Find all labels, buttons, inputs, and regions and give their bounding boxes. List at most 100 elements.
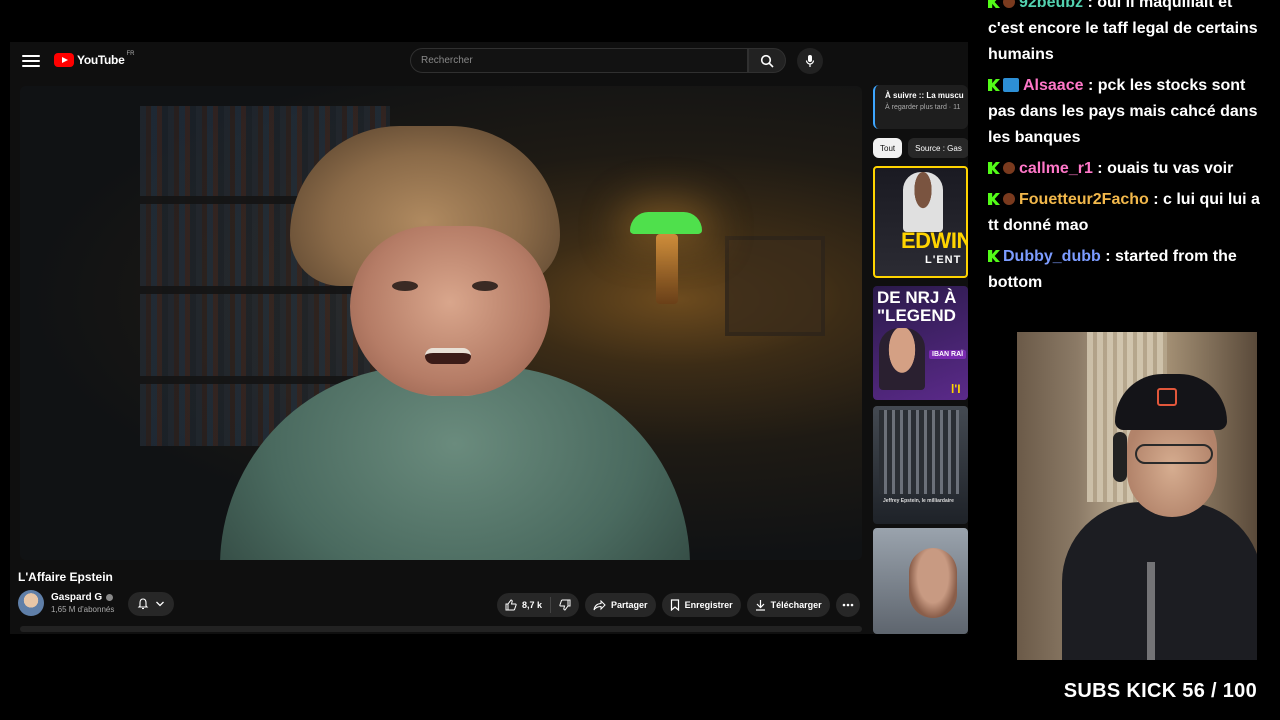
thumbnail-text: L'ENT — [925, 254, 962, 266]
search-box — [410, 48, 748, 73]
chat-username[interactable]: Fouetteur2Facho — [1019, 191, 1149, 208]
share-button[interactable]: Partager — [585, 593, 656, 617]
logo-text: YouTube — [77, 53, 125, 67]
download-icon — [755, 600, 765, 611]
streamer-webcam — [1017, 332, 1257, 660]
video-person-face — [350, 226, 550, 396]
webcam-shirt-stripe — [1147, 562, 1155, 660]
channel-info: Gaspard G 1,65 M d'abonnés — [51, 592, 114, 614]
like-button[interactable]: 8,7 k — [497, 593, 550, 617]
description-box[interactable] — [20, 626, 862, 632]
bookmark-icon — [670, 599, 679, 611]
chat-username[interactable]: Dubby_dubb — [1003, 248, 1101, 265]
channel-name[interactable]: Gaspard G — [51, 592, 102, 603]
recommended-thumbnail-4[interactable] — [873, 528, 968, 634]
kick-badge-icon — [988, 193, 1000, 205]
search-input[interactable] — [411, 49, 747, 72]
search-icon — [760, 54, 774, 68]
kick-badge-icon — [988, 79, 1000, 91]
channel-name-row: Gaspard G — [51, 592, 114, 603]
chat-text: : ouais tu vas voir — [1092, 160, 1234, 177]
more-horizontal-icon — [842, 603, 853, 607]
download-button[interactable]: Télécharger — [746, 593, 830, 617]
thumbnail-person — [879, 328, 925, 390]
share-icon — [593, 599, 606, 610]
kick-badge-icon — [988, 0, 1000, 8]
thumbnail-text: EDWIN — [901, 228, 968, 253]
channel-owner: Gaspard G 1,65 M d'abonnés — [18, 590, 114, 616]
subscriber-badge-icon — [1003, 0, 1015, 8]
video-player[interactable] — [20, 86, 862, 560]
chat-message: Fouetteur2Facho : c lui qui lui a tt don… — [988, 187, 1268, 239]
recommended-thumbnail-2[interactable]: DE NRJ À "LEGEND IBAN RAÏ l'I — [873, 286, 968, 400]
subscriber-count: 1,65 M d'abonnés — [51, 605, 115, 614]
subscriber-badge-icon — [1003, 162, 1015, 174]
thumbs-down-icon — [559, 599, 571, 611]
masthead: YouTube FR — [10, 42, 968, 80]
filter-chips: Tout Source : Gas — [873, 138, 968, 158]
chat-message: Dubby_dubb : started from the bottom — [988, 244, 1268, 296]
voice-search-button[interactable] — [797, 48, 823, 74]
bell-icon — [137, 598, 149, 610]
subscriber-badge-icon — [1003, 193, 1015, 205]
share-label: Partager — [611, 600, 648, 610]
like-dislike-group: 8,7 k — [497, 593, 580, 617]
microphone-icon — [805, 55, 815, 67]
stream-chat: 92beubz : oui il maquillait et c'est enc… — [988, 0, 1268, 310]
thumbnail-text: DE NRJ À — [877, 288, 957, 307]
video-title: L'Affaire Epstein — [18, 570, 113, 584]
headphones-icon — [1113, 432, 1127, 482]
trending-badge-icon — [1003, 78, 1019, 92]
youtube-logo[interactable]: YouTube FR — [54, 51, 135, 67]
thumbnail-text: Jeffrey Epstein, le milliardaire — [883, 498, 954, 504]
kick-badge-icon — [988, 250, 1000, 262]
video-person-mouth — [425, 348, 471, 364]
video-lamp-base — [656, 234, 678, 304]
search-button[interactable] — [748, 48, 786, 73]
logo-country: FR — [126, 51, 135, 57]
up-next-card[interactable]: À suivre :: La muscu À regarder plus tar… — [873, 85, 968, 129]
recommended-thumbnail-3[interactable]: Jeffrey Epstein, le milliardaire — [873, 406, 968, 524]
video-lamp — [630, 212, 702, 234]
chat-username[interactable]: Alsaace — [1023, 77, 1084, 94]
verified-icon — [106, 594, 114, 601]
menu-icon[interactable] — [22, 53, 40, 69]
recommended-thumbnail-1[interactable]: EDWIN L'ENT — [873, 166, 968, 278]
thumbnail-bars — [879, 410, 959, 494]
video-actions: 8,7 k Partager Enregistrer Télécharger — [497, 593, 860, 617]
chat-message: 92beubz : oui il maquillait et c'est enc… — [988, 0, 1268, 68]
youtube-play-icon — [54, 53, 74, 67]
thumbnail-text: IBAN RAÏ — [929, 350, 967, 359]
chat-username[interactable]: 92beubz — [1019, 0, 1083, 11]
more-actions-button[interactable] — [835, 593, 860, 617]
channel-avatar[interactable] — [18, 590, 44, 616]
video-picture-frame — [725, 236, 825, 336]
chat-username[interactable]: callme_r1 — [1019, 160, 1093, 177]
cap-logo-icon — [1157, 388, 1177, 406]
webcam-person-glasses — [1135, 444, 1213, 464]
save-label: Enregistrer — [684, 600, 733, 610]
up-next-subtitle: À regarder plus tard · 11 — [885, 104, 961, 111]
chat-message: Alsaace : pck les stocks sont pas dans l… — [988, 73, 1268, 151]
chat-message: callme_r1 : ouais tu vas voir — [988, 156, 1268, 182]
kick-badge-icon — [988, 162, 1000, 174]
chip-all[interactable]: Tout — [873, 138, 903, 158]
youtube-window: YouTube FR L'Affaire Epstein — [10, 42, 968, 634]
download-label: Télécharger — [770, 600, 822, 610]
notification-bell-button[interactable] — [128, 592, 174, 616]
dislike-button[interactable] — [551, 593, 579, 617]
save-button[interactable]: Enregistrer — [661, 593, 741, 617]
thumbnail-text: "LEGEND — [877, 306, 956, 325]
webcam-person-body — [1062, 502, 1257, 660]
thumbs-up-icon — [505, 599, 517, 611]
up-next-title: À suivre :: La muscu — [885, 91, 964, 100]
subs-goal-counter: SUBS KICK 56 / 100 — [1063, 680, 1257, 702]
video-person-eye — [472, 281, 498, 291]
video-person-eye — [392, 281, 418, 291]
chevron-down-icon — [156, 601, 164, 607]
chip-source[interactable]: Source : Gas — [908, 138, 968, 158]
thumbnail-person — [909, 548, 957, 618]
thumbnail-text: l'I — [951, 382, 961, 396]
like-count: 8,7 k — [522, 600, 543, 610]
thumbnail-person — [903, 172, 943, 232]
